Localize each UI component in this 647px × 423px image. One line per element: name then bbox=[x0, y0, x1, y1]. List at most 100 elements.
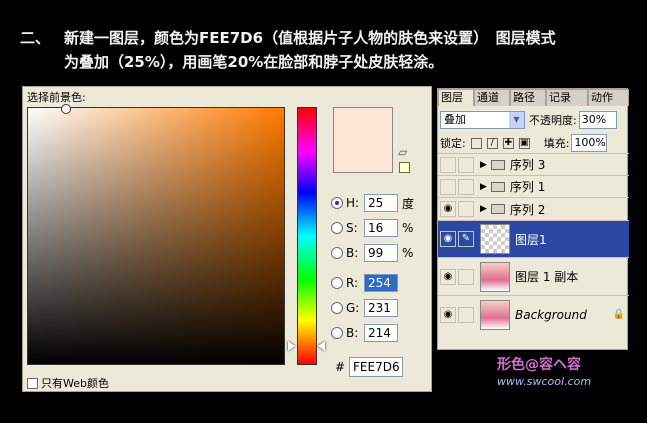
color-field-cursor[interactable] bbox=[61, 104, 71, 114]
tab-channels[interactable]: 通道 bbox=[474, 89, 510, 106]
eye-icon[interactable]: ◉ bbox=[440, 201, 456, 217]
field-row-s: S: 16 % bbox=[331, 218, 413, 238]
input-r[interactable]: 254 bbox=[364, 274, 398, 292]
tutorial-caption: 二、 新建一图层，颜色为FEE7D6（值根据片子人物的肤色来设置） 图层模式 为叠… bbox=[20, 26, 556, 74]
web-only-option[interactable]: 只有Web颜色 bbox=[27, 375, 109, 391]
radio-g[interactable] bbox=[331, 302, 343, 314]
expand-arrow-icon[interactable]: ▶ bbox=[480, 204, 487, 214]
tab-layers[interactable]: 图层 bbox=[438, 89, 474, 106]
color-field[interactable] bbox=[27, 104, 285, 365]
label-blue: B: bbox=[346, 326, 359, 340]
layer-thumbnail bbox=[480, 224, 510, 254]
opacity-label: 不透明度: bbox=[529, 114, 577, 127]
blend-opacity-row: 叠加 ▼ 不透明度: 30% bbox=[440, 110, 627, 130]
lock-position-icon[interactable]: ✚ bbox=[502, 137, 514, 149]
label-g: G: bbox=[346, 301, 360, 315]
label-r: R: bbox=[346, 276, 359, 290]
layer-name: Background bbox=[515, 307, 587, 322]
layer-row-group-1[interactable]: ▶ 序列 1 bbox=[438, 175, 629, 197]
radio-s[interactable] bbox=[331, 222, 343, 234]
label-s: S: bbox=[346, 221, 358, 235]
layer-row-background[interactable]: ◉ Background 🔒 bbox=[438, 295, 629, 333]
color-picker-dialog: 选择前景色: ▱ H: 25 度 S: 16 % B: 99 % R: 254 … bbox=[22, 86, 432, 392]
layer-row-group-3[interactable]: ▶ 序列 3 bbox=[438, 153, 629, 175]
eye-icon[interactable]: ◉ bbox=[440, 306, 456, 323]
layer-row-group-2[interactable]: ◉ ▶ 序列 2 bbox=[438, 197, 629, 220]
layer-thumbnail bbox=[480, 299, 510, 330]
eye-icon[interactable]: ◉ bbox=[440, 231, 456, 247]
layer-name: 序列 3 bbox=[509, 158, 546, 172]
layer-name: 图层 1 副本 bbox=[515, 270, 579, 284]
hex-row: # FEE7D6 bbox=[335, 357, 403, 377]
field-row-h: H: 25 度 bbox=[331, 193, 414, 213]
label-h: H: bbox=[346, 196, 360, 210]
input-b[interactable]: 99 bbox=[364, 244, 398, 262]
lock-label: 锁定: bbox=[440, 137, 466, 150]
layer-name: 序列 1 bbox=[509, 180, 546, 194]
radio-h[interactable] bbox=[331, 197, 343, 209]
unit-b: % bbox=[402, 246, 414, 260]
visibility-toggle[interactable] bbox=[440, 156, 456, 173]
link-toggle[interactable] bbox=[458, 156, 474, 173]
lock-all-icon[interactable]: ▣ bbox=[518, 137, 530, 149]
label-b: B: bbox=[346, 246, 359, 260]
tab-actions[interactable]: 动作 bbox=[588, 89, 629, 106]
input-s[interactable]: 16 bbox=[364, 219, 398, 237]
link-toggle[interactable] bbox=[458, 201, 474, 217]
input-blue[interactable]: 214 bbox=[364, 324, 398, 342]
folder-icon bbox=[490, 159, 505, 170]
lock-transparency-icon[interactable] bbox=[470, 137, 482, 149]
layer-row-copy[interactable]: ◉ 图层 1 副本 bbox=[438, 257, 629, 295]
web-safe-swatch[interactable] bbox=[399, 162, 410, 173]
panel-tabs: 图层 通道 路径 记录 动作 bbox=[438, 89, 629, 106]
watermark-site: www.swcool.com bbox=[497, 375, 592, 388]
lock-icon: 🔒 bbox=[612, 309, 625, 320]
hex-input[interactable]: FEE7D6 bbox=[349, 357, 403, 377]
lock-fill-row: 锁定: ∕ ✚ ▣ 填充: 100% bbox=[440, 133, 627, 153]
layer-row-layer1[interactable]: ◉ ✎ 图层1 bbox=[438, 220, 629, 257]
layer-name: 序列 2 bbox=[509, 202, 546, 217]
radio-b[interactable] bbox=[331, 247, 343, 259]
blend-mode-select[interactable]: 叠加 ▼ bbox=[440, 111, 525, 129]
tab-paths[interactable]: 路径 bbox=[510, 89, 546, 106]
watermark: 形色@容ヘ容 www.swcool.com bbox=[497, 354, 591, 388]
radio-r[interactable] bbox=[331, 277, 343, 289]
fill-input[interactable]: 100% bbox=[571, 134, 608, 152]
radio-blue[interactable] bbox=[331, 327, 343, 339]
lock-pixels-icon[interactable]: ∕ bbox=[486, 137, 498, 149]
link-toggle[interactable] bbox=[458, 306, 474, 323]
caption-line-2: 为叠加（25%），用画笔20%在脸部和脖子处皮肤轻涂。 bbox=[64, 53, 444, 71]
web-only-checkbox[interactable] bbox=[27, 377, 38, 389]
hue-slider[interactable] bbox=[297, 107, 317, 365]
layer-thumbnail bbox=[480, 261, 510, 292]
caption-line-1: 新建一图层，颜色为FEE7D6（值根据片子人物的肤色来设置） 图层模式 bbox=[64, 29, 556, 47]
chevron-down-icon[interactable]: ▼ bbox=[509, 112, 524, 128]
link-toggle[interactable] bbox=[458, 268, 474, 285]
hex-label: # bbox=[335, 360, 346, 374]
step-number: 二、 bbox=[20, 29, 51, 47]
layers-panel: 图层 通道 路径 记录 动作 叠加 ▼ 不透明度: 30% 锁定: ∕ ✚ ▣ 填… bbox=[437, 88, 629, 350]
watermark-brand: 形色@容ヘ容 bbox=[497, 357, 581, 373]
unit-s: % bbox=[402, 221, 414, 235]
link-toggle[interactable] bbox=[458, 178, 474, 195]
hue-slider-left-handle[interactable] bbox=[288, 341, 295, 351]
brush-icon[interactable]: ✎ bbox=[458, 231, 474, 247]
hue-slider-right-handle[interactable] bbox=[318, 341, 325, 351]
visibility-toggle[interactable] bbox=[440, 178, 456, 195]
current-color-swatch bbox=[333, 107, 393, 173]
eye-icon[interactable]: ◉ bbox=[440, 268, 456, 285]
input-h[interactable]: 25 bbox=[364, 194, 398, 212]
input-g[interactable]: 231 bbox=[364, 299, 398, 317]
field-row-r: R: 254 bbox=[331, 273, 398, 293]
field-row-b: B: 99 % bbox=[331, 243, 413, 263]
blend-mode-value: 叠加 bbox=[444, 113, 466, 126]
folder-icon bbox=[490, 181, 505, 192]
web-safe-cube-icon[interactable]: ▱ bbox=[398, 145, 407, 159]
picker-title: 选择前景色: bbox=[27, 91, 86, 104]
expand-arrow-icon[interactable]: ▶ bbox=[480, 182, 487, 192]
folder-icon bbox=[490, 204, 505, 214]
expand-arrow-icon[interactable]: ▶ bbox=[480, 160, 487, 170]
field-row-blue: B: 214 bbox=[331, 323, 398, 343]
tab-history[interactable]: 记录 bbox=[546, 89, 588, 106]
opacity-input[interactable]: 30% bbox=[578, 111, 617, 129]
